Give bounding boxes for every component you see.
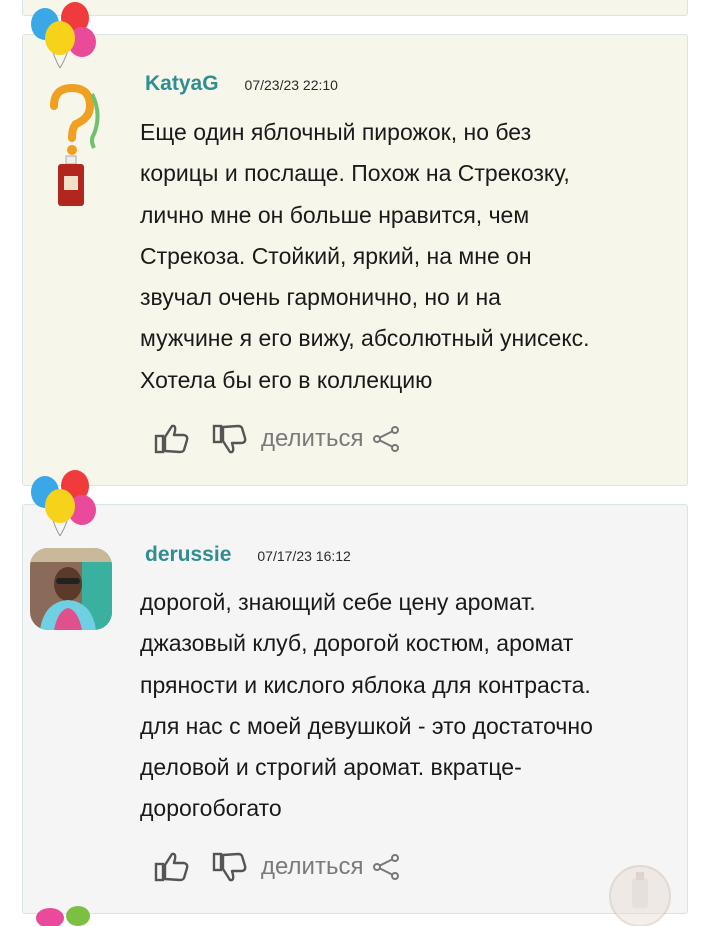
comment-line: для нас с моей девушкой - это достаточно xyxy=(140,712,593,739)
balloons-icon xyxy=(36,906,90,926)
comment-actions: делиться xyxy=(153,420,401,458)
thumbs-up-icon[interactable] xyxy=(153,848,191,886)
share-button[interactable]: делиться xyxy=(261,853,363,881)
share-icon[interactable] xyxy=(371,852,401,882)
comment-line: Хотела бы его в коллекцию xyxy=(140,366,433,393)
comment-line: Еще один яблочный пирожок, но без xyxy=(140,119,532,145)
share-icon[interactable] xyxy=(371,424,401,454)
thumbs-up-icon[interactable] xyxy=(153,420,191,458)
avatar[interactable] xyxy=(40,84,104,214)
comment-line: звучал очень гармонично, но и на xyxy=(140,284,501,311)
comment-body: дорогой, знающий себе цену аромат. джазо… xyxy=(140,582,680,830)
username-link[interactable]: KatyaG xyxy=(145,72,219,96)
username-link[interactable]: derussie xyxy=(145,543,231,567)
balloons-icon xyxy=(31,2,96,69)
thumbs-down-icon[interactable] xyxy=(211,848,249,886)
comment-line: деловой и строгий аромат. вкратце- xyxy=(140,754,522,781)
comment-line: джазовый клуб, дорогой костюм, аромат xyxy=(140,630,574,657)
comment-timestamp: 07/23/23 22:10 xyxy=(244,77,338,93)
previous-comment-card xyxy=(22,0,688,16)
comment-meta: KatyaG 07/23/23 22:10 xyxy=(145,72,338,96)
comment-line: пряности и кислого яблока для контраста. xyxy=(140,671,591,698)
comment-body: Еще один яблочный пирожок, но без корицы… xyxy=(140,112,680,401)
balloons-icon xyxy=(31,470,96,537)
comment-line: Стрекоза. Стойкий, яркий, на мне он xyxy=(140,242,532,269)
thumbs-down-icon[interactable] xyxy=(211,420,249,458)
comment-line: корицы и послаще. Похож на Стрекозку, xyxy=(140,160,570,187)
comment-line: лично мне он больше нравится, чем xyxy=(140,201,530,228)
comment-line: мужчине я его вижу, абсолютный унисекс. xyxy=(140,325,590,352)
comment-line: дорогобогато xyxy=(140,795,282,822)
comment-meta: derussie 07/17/23 16:12 xyxy=(145,543,351,567)
comment-timestamp: 07/17/23 16:12 xyxy=(257,548,351,564)
share-button[interactable]: делиться xyxy=(261,425,363,453)
watermark-logo-icon xyxy=(609,865,671,926)
comment-actions: делиться xyxy=(153,848,401,886)
avatar[interactable] xyxy=(30,548,112,630)
comment-line: дорогой, знающий себе цену аромат. xyxy=(140,589,536,615)
